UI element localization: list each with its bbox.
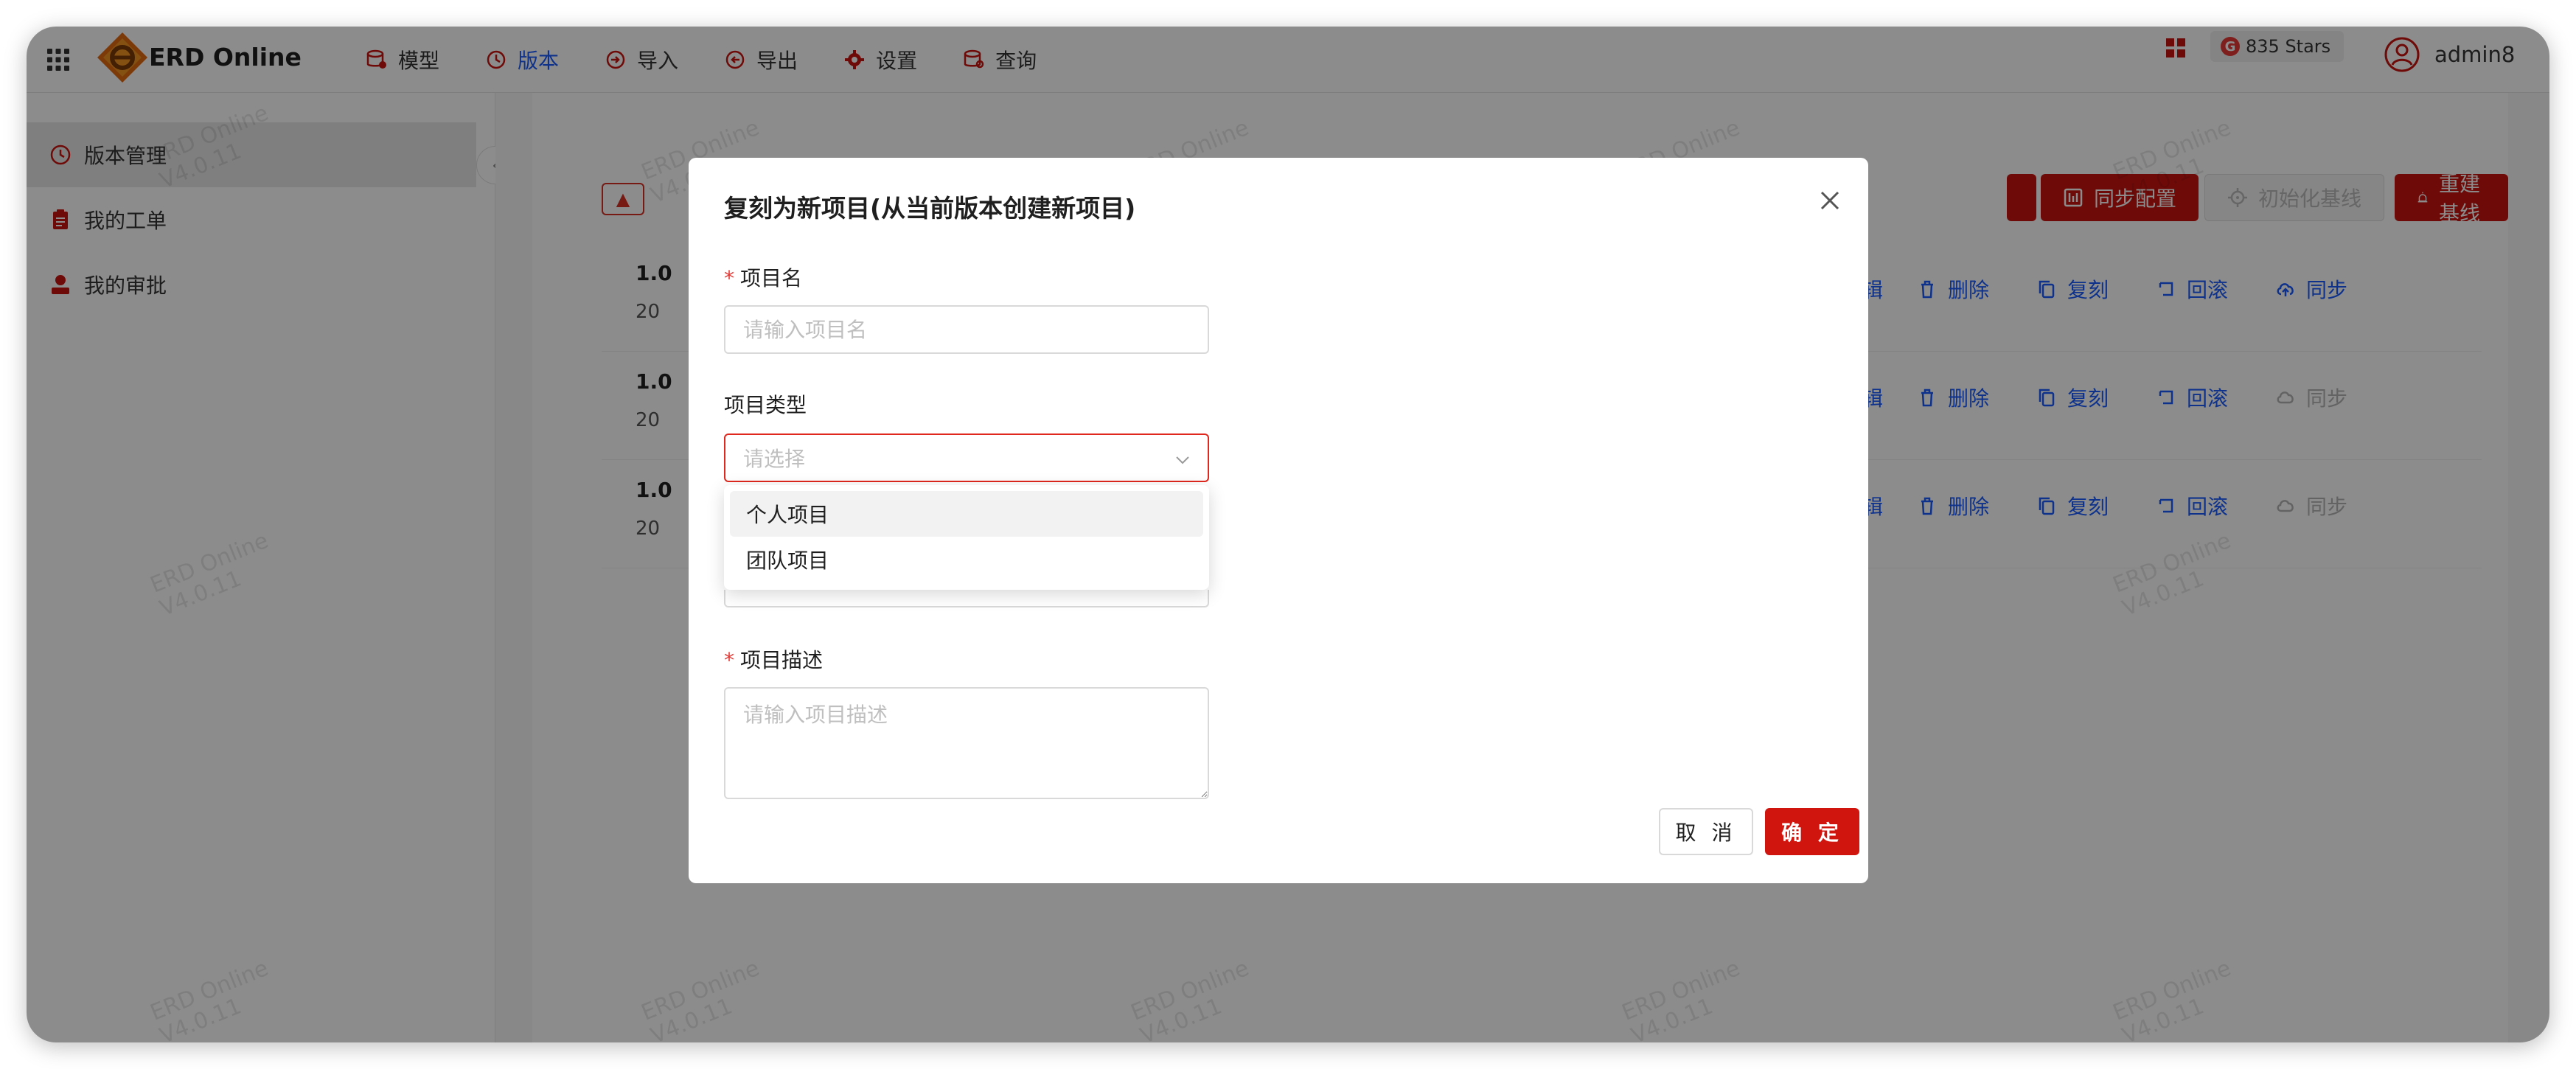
project-desc-label-text: 项目描述: [740, 648, 824, 672]
close-icon[interactable]: [1815, 186, 1845, 215]
project-name-input[interactable]: [724, 305, 1209, 354]
confirm-button[interactable]: 确 定: [1765, 808, 1859, 855]
required-mark: *: [724, 648, 734, 672]
dialog-title: 复刻为新项目(从当前版本创建新项目): [724, 194, 1136, 223]
required-mark: *: [724, 266, 734, 290]
cancel-button[interactable]: 取 消: [1659, 808, 1753, 855]
select-placeholder: 请选择: [743, 447, 806, 471]
obscured-field: [724, 590, 1209, 607]
project-type-dropdown: 个人项目 团队项目: [724, 485, 1209, 590]
option-personal-project[interactable]: 个人项目: [730, 491, 1203, 537]
project-desc-textarea[interactable]: [724, 687, 1209, 799]
project-type-select[interactable]: 请选择: [724, 433, 1209, 482]
project-name-label: * 项目名: [724, 262, 802, 292]
project-name-label-text: 项目名: [740, 266, 803, 290]
project-type-label: 项目类型: [724, 393, 807, 417]
fork-project-dialog: 复刻为新项目(从当前版本创建新项目) *项目名 项目类型 请选择 *项目描述 个…: [689, 158, 1868, 883]
app-window: ERD Online 模型 版本 导入 导出 设置 查询 G 835 Stars…: [27, 27, 2549, 1042]
chevron-down-icon: [1176, 456, 1189, 464]
project-desc-label: * 项目描述: [724, 644, 823, 674]
option-team-project[interactable]: 团队项目: [730, 537, 1203, 582]
